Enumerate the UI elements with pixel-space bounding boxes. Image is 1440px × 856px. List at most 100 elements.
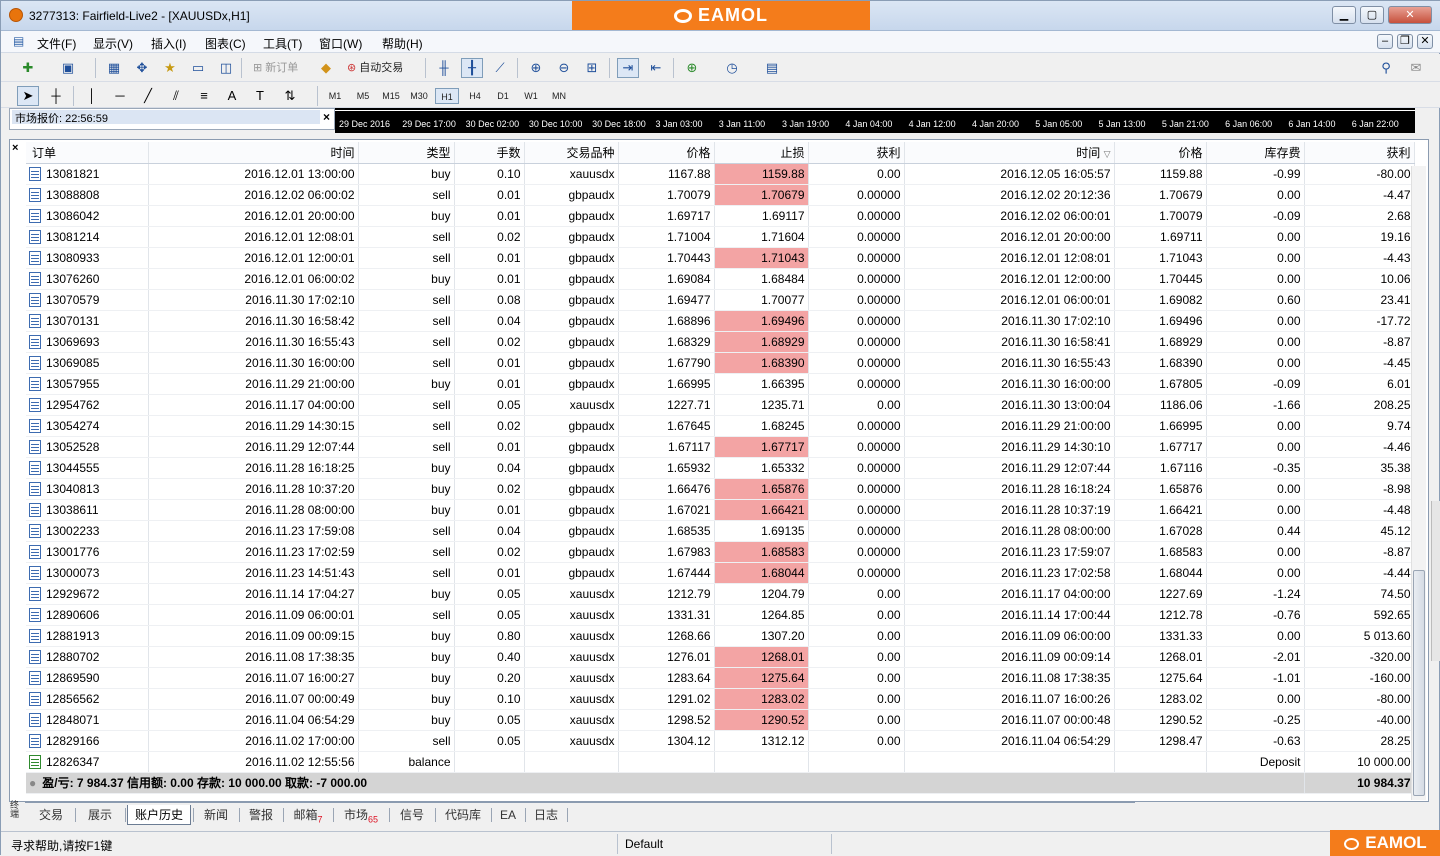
timeframe-m15[interactable]: M15 xyxy=(379,88,403,104)
col-take-profit[interactable]: 获利 xyxy=(808,142,905,164)
col-type[interactable]: 类型 xyxy=(358,142,455,164)
timeframe-d1[interactable]: D1 xyxy=(491,88,515,104)
table-row[interactable]: 13002233 2016.11.23 17:59:08 sell 0.04 gbpau… xyxy=(26,520,1415,542)
table-row[interactable]: 13054274 2016.11.29 14:30:15 sell 0.02 gbpau… xyxy=(26,415,1415,437)
menu-file[interactable]: 文件(F) xyxy=(37,35,76,52)
table-row[interactable]: 12881913 2016.11.09 00:09:15 buy 0.80 xauusd… xyxy=(26,625,1415,647)
search-icon[interactable]: ⚲ xyxy=(1375,58,1397,78)
autoscroll-icon[interactable]: ⇥ xyxy=(617,58,639,78)
tab-3[interactable]: 新闻 xyxy=(195,805,237,825)
table-row[interactable]: 13069085 2016.11.30 16:00:00 sell 0.01 gbpau… xyxy=(26,352,1415,374)
text-icon[interactable]: A xyxy=(221,86,243,106)
new-order-button[interactable]: ⊞ 新订单 xyxy=(249,58,302,78)
fibonacci-icon[interactable]: ≡ xyxy=(193,86,215,106)
text-label-icon[interactable]: T xyxy=(249,86,271,106)
tab-8[interactable]: 代码库 xyxy=(437,805,489,825)
periods-icon[interactable]: ◷ xyxy=(721,58,743,78)
col-symbol[interactable]: 交易品种 xyxy=(524,142,619,164)
table-row[interactable]: 13052528 2016.11.29 12:07:44 sell 0.01 gbpau… xyxy=(26,436,1415,458)
tab-1[interactable]: 展示 xyxy=(77,805,123,825)
balance-row[interactable]: 12826347 2016.11.02 12:55:56 balance Deposi… xyxy=(26,751,1415,773)
table-row[interactable]: 13081821 2016.12.01 13:00:00 buy 0.10 xauusd… xyxy=(26,163,1415,185)
close-button[interactable]: ✕ xyxy=(1388,6,1432,24)
timeframe-m1[interactable]: M1 xyxy=(323,88,347,104)
table-row[interactable]: 12929672 2016.11.14 17:04:27 buy 0.05 xauusd… xyxy=(26,583,1415,605)
table-row[interactable]: 13057955 2016.11.29 21:00:00 buy 0.01 gbpaud… xyxy=(26,373,1415,395)
line-chart-icon[interactable]: ⟋ xyxy=(489,58,511,78)
metaeditor-icon[interactable]: ◆ xyxy=(315,58,337,78)
menu-insert[interactable]: 插入(I) xyxy=(151,35,186,52)
col-open-time[interactable]: 时间 xyxy=(148,142,359,164)
timeframe-mn[interactable]: MN xyxy=(547,88,571,104)
tab-0[interactable]: 交易 xyxy=(29,805,73,825)
timeframe-w1[interactable]: W1 xyxy=(519,88,543,104)
table-row[interactable]: 13070579 2016.11.30 17:02:10 sell 0.08 gbpau… xyxy=(26,289,1415,311)
col-profit[interactable]: 获利 xyxy=(1304,142,1415,164)
minimize-button[interactable]: ▁ xyxy=(1332,6,1356,24)
menu-tools[interactable]: 工具(T) xyxy=(263,35,302,52)
table-row[interactable]: 13076260 2016.12.01 06:00:02 buy 0.01 gbpaud… xyxy=(26,268,1415,290)
timeframe-m30[interactable]: M30 xyxy=(407,88,431,104)
tab-5[interactable]: 邮箱7 xyxy=(285,805,331,825)
table-row[interactable]: 13038611 2016.11.28 08:00:00 buy 0.01 gbpaud… xyxy=(26,499,1415,521)
table-row[interactable]: 13000073 2016.11.23 14:51:43 sell 0.01 gbpau… xyxy=(26,562,1415,584)
table-row[interactable]: 13086042 2016.12.01 20:00:00 buy 0.01 gbpaud… xyxy=(26,205,1415,227)
arrows-icon[interactable]: ⇅ xyxy=(279,86,301,106)
data-window-icon[interactable]: ★ xyxy=(159,58,181,78)
table-row[interactable]: 13070131 2016.11.30 16:58:42 sell 0.04 gbpau… xyxy=(26,310,1415,332)
profiles-icon[interactable]: ▣ xyxy=(57,58,79,78)
bar-chart-icon[interactable]: ╫ xyxy=(433,58,455,78)
templates-icon[interactable]: ▤ xyxy=(761,58,783,78)
table-row[interactable]: 12856562 2016.11.07 00:00:49 buy 0.10 xauusd… xyxy=(26,688,1415,710)
channel-icon[interactable]: ⫽ xyxy=(165,86,187,106)
col-order[interactable]: 订单 xyxy=(26,142,149,164)
crosshair-icon[interactable]: ┼ xyxy=(45,86,67,106)
col-open-price[interactable]: 价格 xyxy=(618,142,715,164)
table-row[interactable]: 13069693 2016.11.30 16:55:43 sell 0.02 gbpau… xyxy=(26,331,1415,353)
terminal-close-icon[interactable]: × xyxy=(12,142,18,154)
table-row[interactable]: 12880702 2016.11.08 17:38:35 buy 0.40 xauusd… xyxy=(26,646,1415,668)
tab-2[interactable]: 账户历史 xyxy=(127,805,191,825)
candlestick-icon[interactable]: ╂ xyxy=(461,58,483,78)
table-row[interactable]: 13081214 2016.12.01 12:08:01 sell 0.02 gbpau… xyxy=(26,226,1415,248)
trendline-icon[interactable]: ╱ xyxy=(137,86,159,106)
zoom-out-icon[interactable]: ⊖ xyxy=(553,58,575,78)
table-row[interactable]: 12869590 2016.11.07 16:00:27 buy 0.20 xauusd… xyxy=(26,667,1415,689)
mdi-minimize-button[interactable]: – xyxy=(1377,34,1393,49)
table-row[interactable]: 13088808 2016.12.02 06:00:02 sell 0.01 gbpau… xyxy=(26,184,1415,206)
tile-windows-icon[interactable]: ⊞ xyxy=(581,58,603,78)
menu-window[interactable]: 窗口(W) xyxy=(319,35,362,52)
tab-10[interactable]: 日志 xyxy=(527,805,565,825)
new-chart-icon[interactable]: ✚ xyxy=(17,58,39,78)
mdi-restore-button[interactable]: ❐ xyxy=(1397,34,1413,49)
maximize-button[interactable]: ▢ xyxy=(1360,6,1384,24)
horizontal-line-icon[interactable]: ─ xyxy=(109,86,131,106)
col-stop-loss[interactable]: 止损 xyxy=(714,142,809,164)
menu-charts[interactable]: 图表(C) xyxy=(205,35,246,52)
menu-help[interactable]: 帮助(H) xyxy=(382,35,423,52)
table-row[interactable]: 13080933 2016.12.01 12:00:01 sell 0.01 gbpau… xyxy=(26,247,1415,269)
tab-7[interactable]: 信号 xyxy=(391,805,433,825)
chat-icon[interactable]: ✉ xyxy=(1405,58,1427,78)
scrollbar-thumb[interactable] xyxy=(1413,570,1425,796)
timeframe-h4[interactable]: H4 xyxy=(463,88,487,104)
table-row[interactable]: 13040813 2016.11.28 10:37:20 buy 0.02 gbpaud… xyxy=(26,478,1415,500)
vertical-scrollbar[interactable] xyxy=(1411,166,1426,800)
tab-9[interactable]: EA xyxy=(493,805,523,825)
cursor-icon[interactable]: ➤ xyxy=(17,86,39,106)
strategy-tester-icon[interactable]: ◫ xyxy=(215,58,237,78)
zoom-in-icon[interactable]: ⊕ xyxy=(525,58,547,78)
navigator-icon[interactable]: ✥ xyxy=(131,58,153,78)
timeframe-m5[interactable]: M5 xyxy=(351,88,375,104)
terminal-icon[interactable]: ▭ xyxy=(187,58,209,78)
col-close-time[interactable]: 时间 ▽ xyxy=(904,142,1115,164)
auto-trading-button[interactable]: ⊛ 自动交易 xyxy=(343,58,407,78)
vertical-line-icon[interactable]: │ xyxy=(81,86,103,106)
timeframe-h1[interactable]: H1 xyxy=(435,88,459,104)
col-swap[interactable]: 库存费 xyxy=(1206,142,1305,164)
market-watch-icon[interactable]: ▦ xyxy=(103,58,125,78)
col-close-price[interactable]: 价格 xyxy=(1114,142,1207,164)
table-row[interactable]: 12848071 2016.11.04 06:54:29 buy 0.05 xauusd… xyxy=(26,709,1415,731)
table-row[interactable]: 12829166 2016.11.02 17:00:00 sell 0.05 xauus… xyxy=(26,730,1415,752)
indicators-icon[interactable]: ⊕ xyxy=(681,58,703,78)
